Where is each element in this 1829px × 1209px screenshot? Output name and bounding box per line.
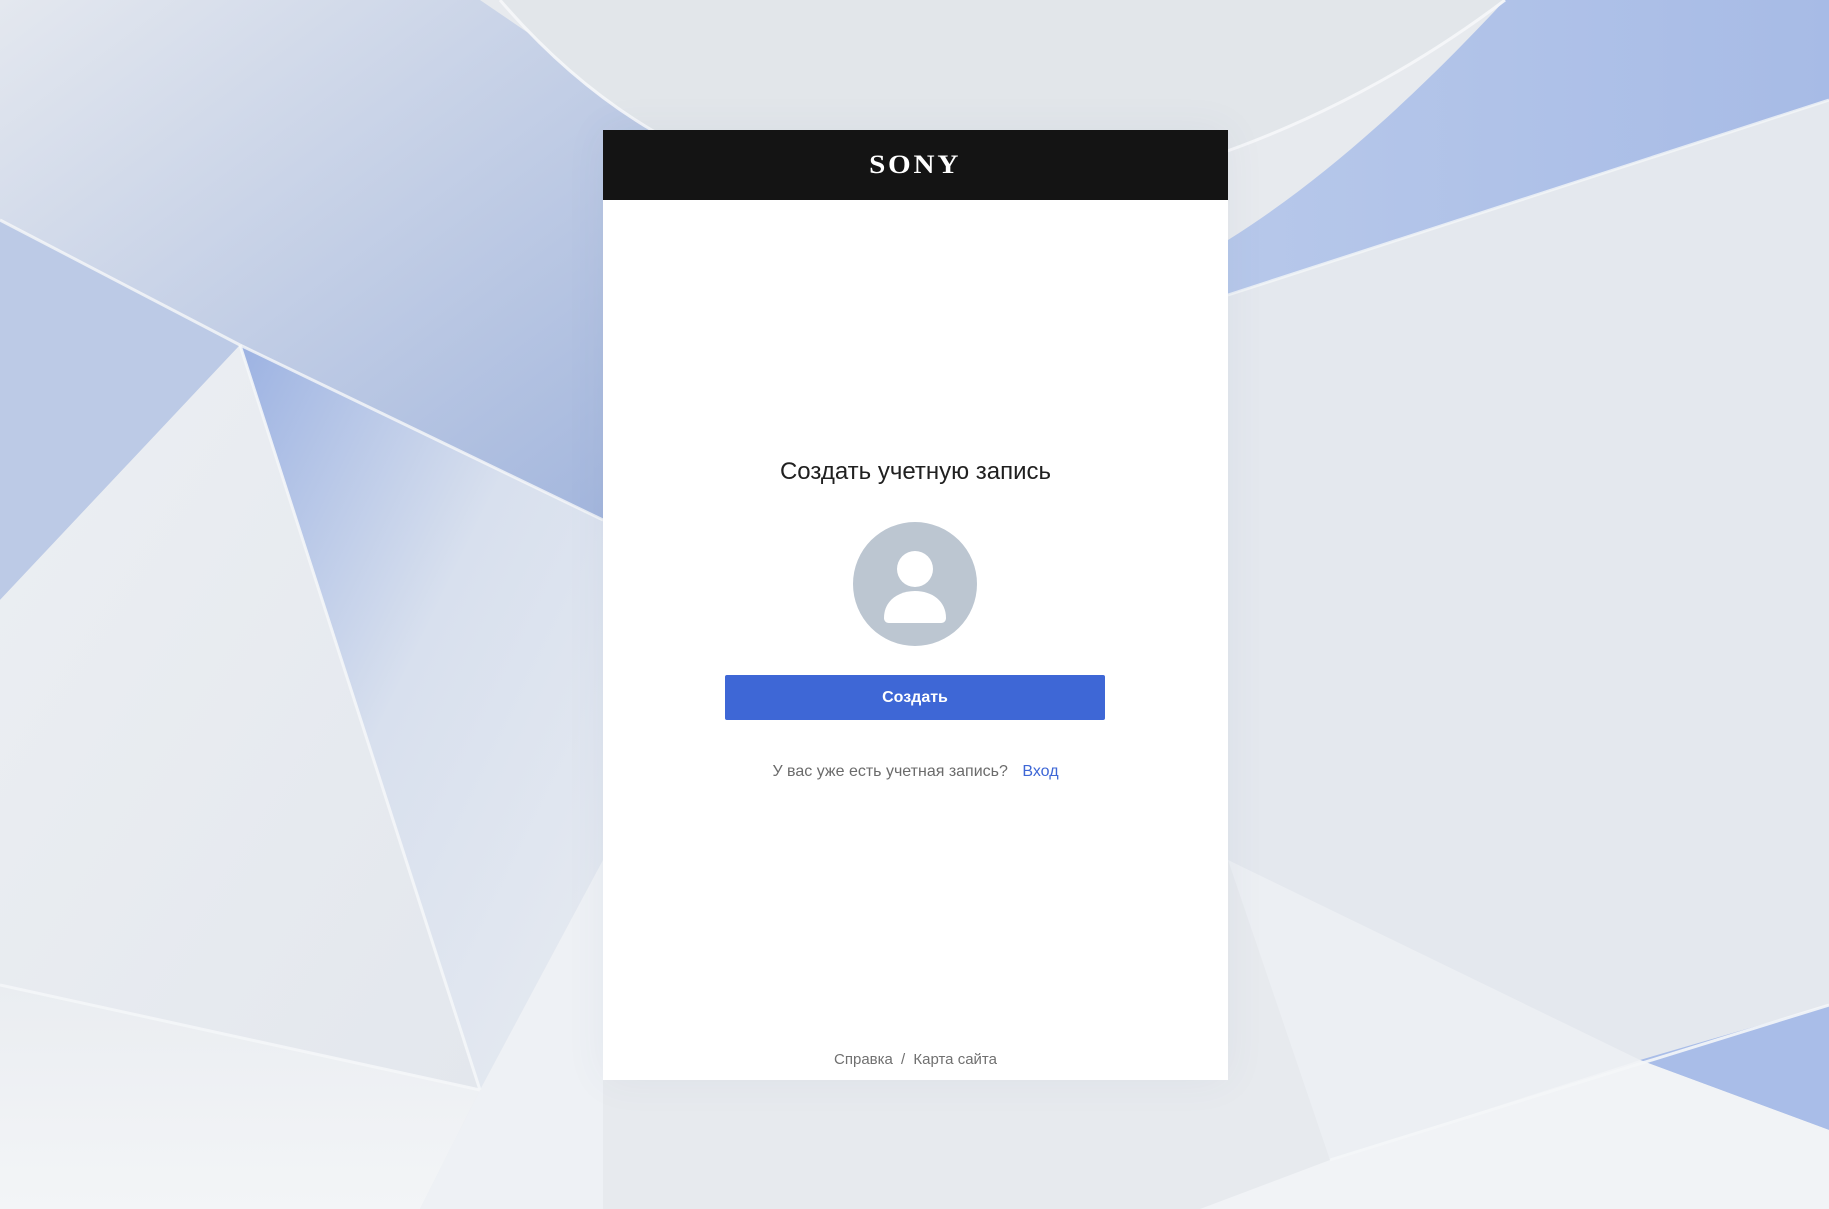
sony-logo: SONY [869, 150, 962, 179]
signup-card: SONY Создать учетную запись Создать У ва… [603, 130, 1228, 1080]
card-header: SONY [603, 130, 1228, 200]
create-account-button[interactable]: Создать [725, 675, 1105, 720]
sitemap-link[interactable]: Карта сайта [913, 1051, 997, 1068]
page-root: SONY Создать учетную запись Создать У ва… [0, 0, 1829, 1209]
signin-link[interactable]: Вход [1022, 763, 1058, 780]
user-silhouette-icon [853, 522, 977, 646]
page-title: Создать учетную запись [779, 458, 1052, 485]
help-link[interactable]: Справка [834, 1051, 893, 1068]
footer-separator: / [901, 1051, 906, 1068]
footer-links: Справка / Карта сайта [603, 1051, 1228, 1069]
signin-row: У вас уже есть учетная запись? Вход [603, 761, 1228, 783]
signin-prompt: У вас уже есть учетная запись? [772, 763, 1008, 780]
